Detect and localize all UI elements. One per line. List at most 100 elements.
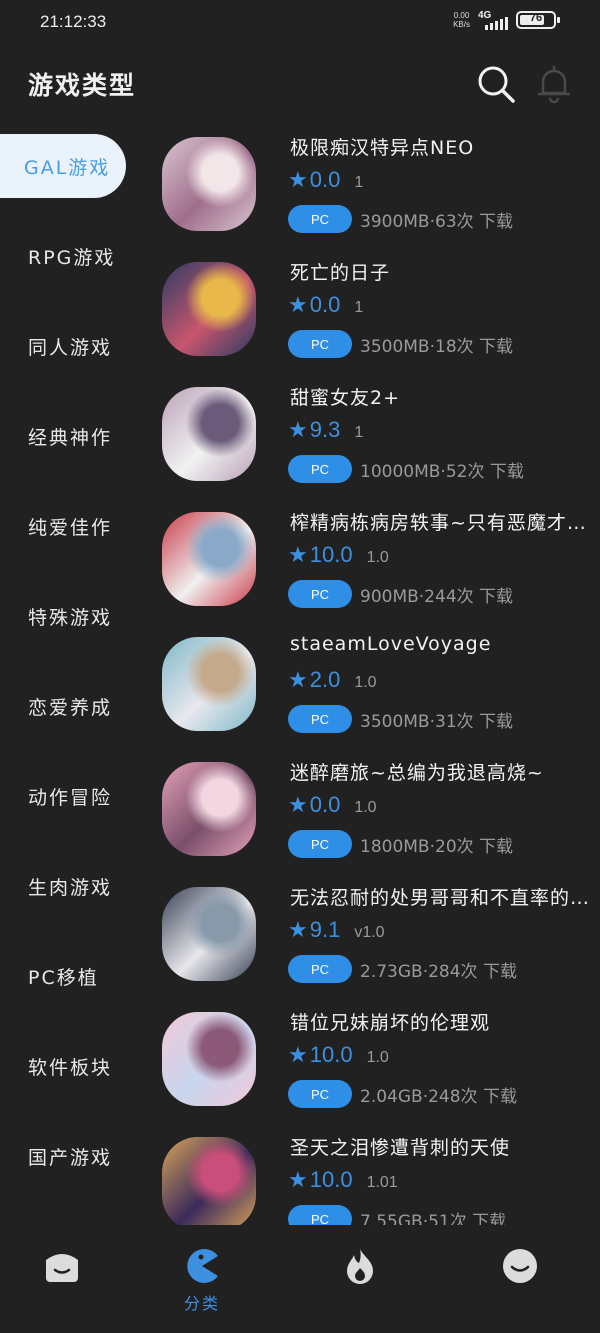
game-size-downloads: 900MB·244次 下载	[360, 586, 514, 607]
game-version: 1.0	[366, 1049, 389, 1066]
game-rating: ★ 10.0 1.0	[288, 542, 389, 568]
search-button[interactable]	[474, 62, 518, 106]
game-meta: PC 1800MB·20次 下载	[288, 830, 513, 858]
platform-tag: PC	[288, 455, 352, 483]
game-meta: PC 3500MB·31次 下载	[288, 705, 513, 733]
game-score: 0.0	[309, 792, 341, 817]
category-software[interactable]: 软件板块	[0, 1034, 140, 1098]
game-title: 迷醉磨旅~总编为我退高烧~	[290, 762, 544, 784]
platform-tag: PC	[288, 1080, 352, 1108]
game-version: 1.0	[354, 799, 377, 816]
nav-profile[interactable]	[470, 1246, 570, 1286]
game-score: 2.0	[309, 667, 341, 692]
game-score: 9.3	[309, 417, 341, 442]
category-gal[interactable]: GAL游戏	[0, 134, 126, 198]
nav-category[interactable]: 分类	[152, 1246, 252, 1314]
notification-button[interactable]	[532, 62, 576, 106]
nav-hot[interactable]	[310, 1246, 410, 1286]
game-meta: PC 10000MB·52次 下载	[288, 455, 524, 483]
game-item[interactable]: 圣天之泪惨遭背刺的天使 ★ 10.0 1.01 PC 7.55GB·51次 下载	[150, 1125, 600, 1225]
game-meta: PC 2.04GB·248次 下载	[288, 1080, 517, 1108]
category-special[interactable]: 特殊游戏	[0, 584, 140, 648]
game-rating: ★ 10.0 1.0	[288, 1042, 389, 1068]
smile-icon	[503, 1249, 537, 1283]
platform-tag: PC	[288, 205, 352, 233]
star-icon: ★	[288, 1043, 308, 1068]
game-size-downloads: 2.73GB·284次 下载	[360, 961, 517, 982]
category-classic[interactable]: 经典神作	[0, 404, 140, 468]
battery-level: 76	[529, 12, 543, 24]
category-pc-port[interactable]: PC移植	[0, 944, 140, 1008]
status-bar: 21:12:33 0.00 KB/s 4G 76	[0, 0, 600, 46]
game-cover	[162, 1137, 256, 1225]
nav-home[interactable]	[12, 1246, 112, 1286]
game-version: 1	[354, 174, 364, 191]
game-title: 死亡的日子	[290, 262, 391, 284]
star-icon: ★	[288, 543, 308, 568]
game-score: 10.0	[309, 1042, 353, 1067]
status-time: 21:12:33	[40, 12, 107, 31]
platform-tag: PC	[288, 830, 352, 858]
category-action-adventure[interactable]: 动作冒险	[0, 764, 140, 828]
game-title: 错位兄妹崩坏的伦理观	[290, 1012, 491, 1034]
star-icon: ★	[288, 1168, 308, 1193]
search-icon	[478, 66, 515, 103]
platform-tag: PC	[288, 1205, 352, 1225]
game-version: v1.0	[354, 924, 385, 941]
category-doujin[interactable]: 同人游戏	[0, 314, 140, 378]
bell-icon	[537, 65, 571, 104]
game-item[interactable]: staeamLoveVoyage ★ 2.0 1.0 PC 3500MB·31次…	[150, 625, 600, 750]
category-pure-love[interactable]: 纯爱佳作	[0, 494, 140, 558]
nav-category-label: 分类	[183, 1294, 220, 1313]
game-item[interactable]: 无法忍耐的处男哥哥和不直率的妹妹 ★ 9.1 v1.0 PC 2.73GB·28…	[150, 875, 600, 1000]
game-rating: ★ 2.0 1.0	[288, 667, 377, 693]
game-rating: ★ 9.3 1	[288, 417, 363, 443]
game-size-downloads: 3500MB·31次 下载	[360, 711, 514, 732]
game-score: 10.0	[309, 1167, 353, 1192]
net-speed: 0.00 KB/s	[453, 11, 470, 29]
game-version: 1.01	[366, 1174, 398, 1191]
star-icon: ★	[288, 293, 308, 318]
game-cover	[162, 512, 256, 606]
game-meta: PC 900MB·244次 下载	[288, 580, 513, 608]
signal-bars	[485, 17, 508, 30]
game-item[interactable]: 错位兄妹崩坏的伦理观 ★ 10.0 1.0 PC 2.04GB·248次 下载	[150, 1000, 600, 1125]
game-meta: PC 7.55GB·51次 下载	[288, 1205, 506, 1225]
star-icon: ★	[288, 918, 308, 943]
game-rating: ★ 10.0 1.01	[288, 1167, 398, 1193]
game-rating: ★ 0.0 1.0	[288, 792, 377, 818]
game-size-downloads: 3500MB·18次 下载	[360, 336, 514, 357]
game-item[interactable]: 榨精病栋病房轶事~只有恶魔才能治愈 ★ 10.0 1.0 PC 900MB·24…	[150, 500, 600, 625]
game-version: 1.0	[354, 674, 377, 691]
star-icon: ★	[288, 418, 308, 443]
game-cover	[162, 1012, 256, 1106]
page-title: 游戏类型	[28, 71, 137, 100]
game-meta: PC 2.73GB·284次 下载	[288, 955, 517, 983]
platform-tag: PC	[288, 955, 352, 983]
game-item[interactable]: 极限痴汉特异点NEO ★ 0.0 1 PC 3900MB·63次 下载	[150, 125, 600, 250]
game-rating: ★ 0.0 1	[288, 167, 363, 193]
fire-icon	[347, 1249, 373, 1284]
category-raw[interactable]: 生肉游戏	[0, 854, 140, 918]
game-version: 1	[354, 424, 364, 441]
category-rpg[interactable]: RPG游戏	[0, 224, 140, 288]
game-size-downloads: 7.55GB·51次 下载	[360, 1211, 507, 1226]
game-score: 0.0	[309, 167, 341, 192]
game-item[interactable]: 死亡的日子 ★ 0.0 1 PC 3500MB·18次 下载	[150, 250, 600, 375]
game-item[interactable]: 甜蜜女友2+ ★ 9.3 1 PC 10000MB·52次 下载	[150, 375, 600, 500]
platform-tag: PC	[288, 330, 352, 358]
game-score: 0.0	[309, 292, 341, 317]
game-rating: ★ 9.1 v1.0	[288, 917, 385, 943]
game-title: 榨精病栋病房轶事~只有恶魔才能治愈	[290, 512, 590, 534]
game-list: 极限痴汉特异点NEO ★ 0.0 1 PC 3900MB·63次 下载 死亡的日…	[150, 125, 600, 1225]
category-domestic[interactable]: 国产游戏	[0, 1124, 140, 1188]
game-score: 9.1	[309, 917, 341, 942]
game-meta: PC 3900MB·63次 下载	[288, 205, 513, 233]
game-item[interactable]: 迷醉磨旅~总编为我退高烧~ ★ 0.0 1.0 PC 1800MB·20次 下载	[150, 750, 600, 875]
game-version: 1.0	[366, 549, 389, 566]
net-speed-unit: KB/s	[453, 20, 470, 29]
platform-tag: PC	[288, 705, 352, 733]
signal-icon: 4G	[478, 10, 508, 30]
category-romance-sim[interactable]: 恋爱养成	[0, 674, 140, 738]
pacman-icon	[187, 1249, 218, 1283]
